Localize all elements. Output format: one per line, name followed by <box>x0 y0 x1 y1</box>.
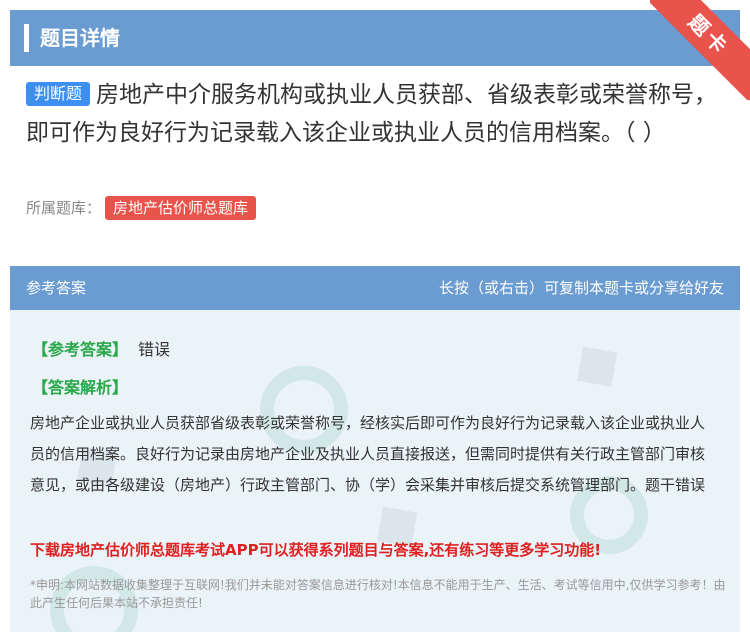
app-download-promo[interactable]: 下载房地产估价师总题库考试APP可以获得系列题目与答案,还有练习等更多学习功能! <box>30 538 730 562</box>
page-title: 题目详情 <box>40 26 120 50</box>
watermark-glyph: ◆ <box>553 318 636 408</box>
library-tag[interactable]: 房地产估价师总题库 <box>105 196 257 220</box>
question-type-badge: 判断题 <box>26 82 91 106</box>
analysis-text: 房地产企业或执业人员获部省级表彰或荣誉称号，经核实后即可作为良好行为记录载入该企… <box>30 414 706 494</box>
answer-panel-title: 参考答案 <box>26 279 87 297</box>
answer-line: 【参考答案】 错误 <box>32 338 170 362</box>
answer-panel: ◆ ◆ ◆ 参考答案 长按（或右击）可复制本题卡或分享给好友 【参考答案】 错误 … <box>10 266 740 632</box>
header-bar: 题目详情 <box>10 10 740 66</box>
question-text: 房地产中介服务机构或执业人员获部、省级表彰或荣誉称号，即可作为良好行为记录载入该… <box>26 82 718 146</box>
source-label: 所属题库： <box>26 199 102 217</box>
answer-label: 【参考答案】 <box>32 340 129 359</box>
answer-panel-header: 参考答案 长按（或右击）可复制本题卡或分享给好友 <box>10 266 740 310</box>
analysis-label: 【答案解析】 <box>32 378 129 397</box>
answer-value: 错误 <box>138 340 171 359</box>
source-line: 所属题库： 房地产估价师总题库 <box>26 196 257 220</box>
disclaimer-text: *申明:本网站数据收集整理于互联网!我们并未能对答案信息进行核对!本信息不能用于… <box>30 578 726 610</box>
share-hint: 长按（或右击）可复制本题卡或分享给好友 <box>438 279 724 297</box>
question-block: 判断题 房地产中介服务机构或执业人员获部、省级表彰或荣誉称号，即可作为良好行为记录… <box>26 76 726 152</box>
header-accent-mark <box>24 24 29 52</box>
